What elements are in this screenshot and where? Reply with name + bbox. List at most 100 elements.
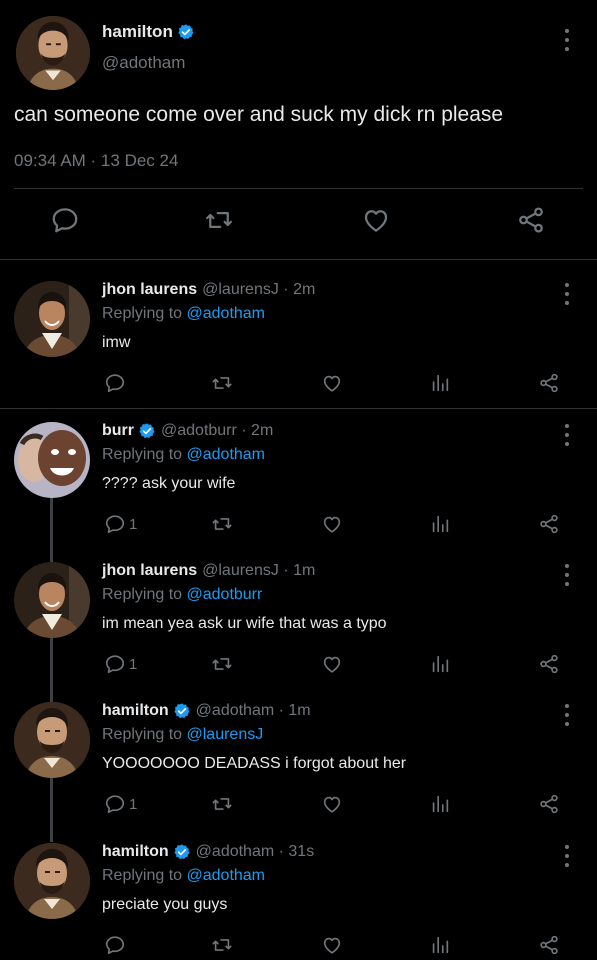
author-name[interactable]: hamilton [102, 702, 169, 720]
share-icon [538, 372, 560, 394]
author-name[interactable]: hamilton [102, 22, 173, 42]
more-options-icon[interactable] [562, 283, 572, 305]
avatar[interactable] [14, 281, 90, 357]
share-button[interactable] [538, 512, 560, 536]
author-meta: @adotham · 31s [195, 843, 315, 860]
share-button[interactable] [538, 933, 560, 957]
reply-text: ???? ask your wife [102, 475, 236, 492]
retweet-button[interactable] [211, 371, 233, 395]
stats-button[interactable] [429, 933, 451, 957]
verified-badge-icon [138, 422, 156, 440]
like-icon [321, 513, 343, 535]
reply-icon [104, 793, 126, 815]
more-options-icon[interactable] [562, 845, 572, 867]
reply-button[interactable]: 1 [104, 792, 137, 816]
author-row: jhon laurens @laurensJ · 2m [102, 281, 315, 299]
avatar[interactable] [14, 562, 90, 638]
like-button[interactable] [321, 792, 343, 816]
reply-icon [104, 372, 126, 394]
reply-button[interactable]: 1 [104, 652, 137, 676]
avatar[interactable] [14, 843, 90, 919]
replying-to-link[interactable]: @adotham [187, 446, 266, 463]
author-row: jhon laurens @laurensJ · 1m [102, 562, 315, 580]
stats-button[interactable] [429, 371, 451, 395]
tweet-text: can someone come over and suck my dick r… [14, 103, 504, 126]
author-name[interactable]: burr [102, 422, 134, 440]
like-icon[interactable] [361, 205, 391, 235]
reply-count: 1 [129, 795, 138, 813]
reply-button[interactable]: 1 [104, 512, 137, 536]
retweet-icon[interactable] [204, 205, 234, 235]
retweet-icon [211, 513, 233, 535]
author-name[interactable]: jhon laurens [102, 281, 197, 299]
retweet-button[interactable] [211, 652, 233, 676]
reply-count: 1 [129, 515, 138, 533]
reply-icon [104, 653, 126, 675]
reply-button[interactable] [104, 933, 129, 957]
share-icon[interactable] [516, 205, 546, 235]
share-button[interactable] [538, 652, 560, 676]
stats-icon [429, 793, 451, 815]
reply-icon [104, 513, 126, 535]
author-row: hamilton @adotham · 31s [102, 843, 314, 861]
replying-prefix: Replying to [102, 726, 183, 743]
reply-text: im mean yea ask ur wife that was a typo [102, 615, 387, 632]
replying-to: Replying to @adotham [102, 867, 265, 885]
reply-text: preciate you guys [102, 896, 228, 913]
replying-to-link[interactable]: @adotham [187, 867, 266, 884]
replying-to-link[interactable]: @adotburr [187, 586, 263, 603]
author-handle[interactable]: @adotham [102, 53, 185, 73]
stats-button[interactable] [429, 652, 451, 676]
retweet-button[interactable] [211, 792, 233, 816]
verified-badge-icon [173, 843, 191, 861]
reply-button[interactable] [104, 371, 129, 395]
stats-icon [429, 513, 451, 535]
reply-actions: 1 [0, 792, 597, 818]
main-tweet: hamilton @adotham can someone come over … [0, 0, 597, 260]
replying-to: Replying to @adotburr [102, 586, 262, 604]
reply-count: 1 [129, 655, 138, 673]
replying-to-link[interactable]: @adotham [187, 305, 266, 322]
author-row: hamilton @adotham · 1m [102, 702, 311, 720]
like-button[interactable] [321, 512, 343, 536]
avatar[interactable] [14, 702, 90, 778]
more-options-icon[interactable] [562, 704, 572, 726]
author-name[interactable]: jhon laurens [102, 562, 197, 580]
author-meta: @laurensJ · 2m [202, 281, 316, 298]
more-options-icon[interactable] [562, 29, 572, 51]
replying-to: Replying to @adotham [102, 446, 265, 464]
reply-icon[interactable] [50, 205, 80, 235]
stats-button[interactable] [429, 512, 451, 536]
author-meta: @adotburr · 2m [161, 422, 274, 439]
retweet-icon [211, 793, 233, 815]
replying-to: Replying to @adotham [102, 305, 265, 323]
avatar[interactable] [14, 422, 90, 498]
reply-actions: 1 [0, 652, 597, 678]
more-options-icon[interactable] [562, 424, 572, 446]
reply-actions: 1 [0, 512, 597, 538]
reply-icon [104, 934, 126, 956]
retweet-button[interactable] [211, 933, 233, 957]
more-options-icon[interactable] [562, 564, 572, 586]
tweet-timestamp[interactable]: 09:34 AM · 13 Dec 24 [14, 151, 178, 171]
share-icon [538, 793, 560, 815]
share-icon [538, 934, 560, 956]
share-icon [538, 513, 560, 535]
like-button[interactable] [321, 371, 343, 395]
reply-actions [0, 371, 597, 397]
author-name[interactable]: hamilton [102, 843, 169, 861]
like-icon [321, 653, 343, 675]
reply-text: YOOOOOOO DEADASS i forgot about her [102, 755, 407, 772]
like-button[interactable] [321, 652, 343, 676]
share-button[interactable] [538, 371, 560, 395]
stats-button[interactable] [429, 792, 451, 816]
share-icon [538, 653, 560, 675]
replying-to: Replying to @laurensJ [102, 726, 263, 744]
stats-icon [429, 653, 451, 675]
like-button[interactable] [321, 933, 343, 957]
replying-to-link[interactable]: @laurensJ [187, 726, 264, 743]
retweet-button[interactable] [211, 512, 233, 536]
avatar[interactable] [16, 16, 90, 90]
divider [0, 408, 597, 409]
share-button[interactable] [538, 792, 560, 816]
